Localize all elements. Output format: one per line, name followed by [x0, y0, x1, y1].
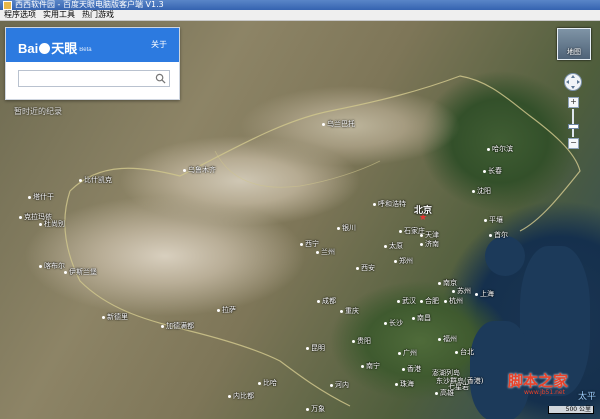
baidu-logo: Bai 天眼 Beta — [18, 41, 92, 56]
city-hanoi[interactable]: 河内 — [330, 380, 349, 390]
window-title: 西西软件园 - 百度天眼电脑版客户端 V1.3 — [15, 0, 164, 9]
city-taiyuan[interactable]: 太原 — [384, 241, 403, 251]
zoom-slider-thumb[interactable] — [568, 124, 579, 129]
menu-item-games[interactable]: 热门游戏 — [78, 10, 117, 20]
city-jinan[interactable]: 济南 — [420, 239, 439, 249]
city-haerbin[interactable]: 哈尔滨 — [487, 144, 513, 154]
city-nepal[interactable]: 内比都 — [228, 391, 254, 401]
city-hangzhou[interactable]: 杭州 — [444, 296, 463, 306]
baidu-paw-icon — [39, 43, 51, 54]
search-box — [18, 70, 170, 87]
map-scale-bar: 500 公里 — [548, 406, 594, 414]
about-link[interactable]: 关于 — [151, 39, 167, 50]
recent-history-label[interactable]: 暂时近的纪录 — [14, 106, 62, 117]
search-input[interactable] — [19, 71, 150, 86]
menu-bar: 程序选项 实用工具 热门游戏 — [0, 10, 600, 21]
city-fuzhou[interactable]: 福州 — [438, 334, 457, 344]
search-icon[interactable] — [155, 73, 166, 84]
search-panel: Bai 天眼 Beta 关于 — [5, 27, 180, 100]
minimap-toggle-button[interactable]: 地图 — [557, 28, 591, 60]
city-zhengzhou[interactable]: 郑州 — [394, 256, 413, 266]
menu-item-program-options[interactable]: 程序选项 — [0, 10, 39, 20]
city-changchun[interactable]: 长春 — [483, 166, 502, 176]
city-lanzhou[interactable]: 兰州 — [316, 247, 335, 257]
corner-map-label: 太平 — [578, 392, 597, 402]
app-icon — [3, 1, 12, 10]
city-wanxiang[interactable]: 万象 — [306, 404, 325, 414]
city-guangzhou[interactable]: 广州 — [398, 348, 417, 358]
city-shanghai[interactable]: 上海 — [475, 289, 494, 299]
city-chengdu[interactable]: 成都 — [317, 296, 336, 306]
zoom-out-button[interactable]: − — [568, 138, 579, 149]
watermark-url: www.jb51.net — [524, 389, 565, 396]
city-newdelhi[interactable]: 新德里 — [102, 312, 128, 322]
label-qiba: 七星岩 — [448, 383, 469, 391]
city-changsha[interactable]: 长沙 — [384, 318, 403, 328]
zoom-in-button[interactable]: + — [568, 97, 579, 108]
city-huhehaote[interactable]: 呼和浩特 — [373, 199, 406, 209]
zoom-slider-track[interactable] — [568, 109, 579, 137]
city-wulumuqi[interactable]: 乌鲁木齐 — [183, 165, 216, 175]
menu-item-tools[interactable]: 实用工具 — [39, 10, 78, 20]
city-seoul[interactable]: 首尔 — [489, 230, 508, 240]
city-chongqing[interactable]: 重庆 — [340, 306, 359, 316]
city-guiyang[interactable]: 贵阳 — [352, 336, 371, 346]
city-wuhan[interactable]: 武汉 — [397, 296, 416, 306]
city-zhuhai[interactable]: 珠海 — [395, 379, 414, 389]
city-hongkong[interactable]: 香港 — [402, 364, 421, 374]
city-wulanbatuo[interactable]: 乌兰巴托 — [322, 119, 355, 129]
city-pyongyang[interactable]: 平壤 — [484, 215, 503, 225]
city-beijing[interactable]: 北京 — [414, 203, 432, 216]
search-header: Bai 天眼 Beta 关于 — [6, 28, 179, 62]
city-nanchang[interactable]: 南昌 — [412, 313, 431, 323]
city-shenyang[interactable]: 沈阳 — [472, 186, 491, 196]
window-titlebar: 西西软件园 - 百度天眼电脑版客户端 V1.3 — [0, 0, 600, 10]
city-islamabad[interactable]: 伊斯兰堡 — [64, 267, 97, 277]
city-kelamayi[interactable]: 克拉玛依 — [19, 212, 52, 222]
city-suzhou[interactable]: 苏州 — [452, 286, 471, 296]
city-kunming[interactable]: 昆明 — [306, 343, 325, 353]
city-lasa[interactable]: 拉萨 — [217, 305, 236, 315]
city-taibei[interactable]: 台北 — [455, 347, 474, 357]
city-kabul[interactable]: 喀布尔 — [39, 261, 65, 271]
city-xian[interactable]: 西安 — [356, 263, 375, 273]
city-hefei[interactable]: 合肥 — [420, 296, 439, 306]
city-tashigan[interactable]: 塔什干 — [28, 192, 54, 202]
city-bihua[interactable]: 比哈 — [258, 378, 277, 388]
pan-control[interactable] — [564, 73, 582, 91]
city-yinchuan[interactable]: 银川 — [337, 223, 356, 233]
watermark-logo: 脚本之家 — [508, 372, 569, 390]
city-bishikaike[interactable]: 比什凯克 — [79, 175, 112, 185]
zoom-control: + − — [568, 97, 579, 149]
city-jiademan[interactable]: 加德满都 — [161, 321, 194, 331]
city-nanning[interactable]: 南宁 — [361, 361, 380, 371]
